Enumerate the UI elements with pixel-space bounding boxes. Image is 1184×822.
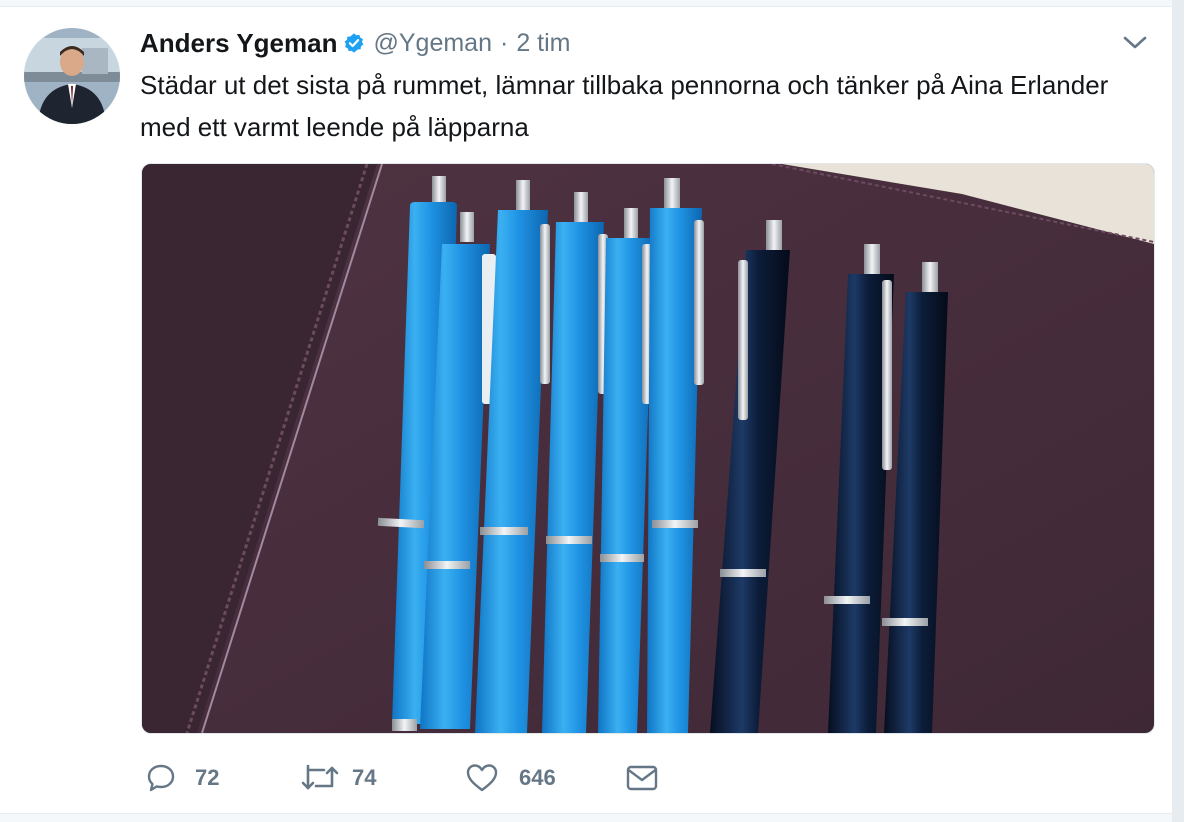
retweet-count: 74	[352, 765, 377, 790]
like-button[interactable]: 646	[465, 758, 556, 798]
direct-message-button[interactable]	[625, 758, 659, 798]
tweet-actions: 72 74 646	[145, 758, 745, 798]
like-count: 646	[519, 765, 556, 790]
avatar-image	[24, 28, 120, 124]
chevron-down-icon[interactable]	[1122, 32, 1148, 52]
timestamp[interactable]: 2 tim	[516, 29, 570, 58]
retweet-button[interactable]: 74	[300, 758, 376, 798]
retweet-icon	[301, 764, 339, 790]
tweet-text: Städar ut det sista på rummet, lämnar ti…	[140, 70, 1109, 142]
reply-icon	[147, 764, 175, 792]
tweet-photo[interactable]	[141, 163, 1155, 734]
envelope-icon	[626, 765, 658, 791]
heart-icon	[466, 764, 498, 792]
pens-photo	[142, 164, 1154, 733]
handle[interactable]: @Ygeman	[373, 29, 492, 58]
verified-badge-icon	[343, 32, 365, 54]
tweet-header: Anders Ygeman @Ygeman · 2 tim	[140, 26, 571, 60]
reply-count: 72	[195, 765, 220, 790]
separator-dot: ·	[499, 28, 509, 57]
bottom-separator	[0, 813, 1172, 822]
scrollbar-track[interactable]	[1172, 0, 1184, 822]
top-separator	[0, 0, 1172, 7]
display-name[interactable]: Anders Ygeman	[140, 28, 337, 59]
reply-button[interactable]: 72	[145, 758, 219, 798]
avatar[interactable]	[24, 28, 120, 124]
